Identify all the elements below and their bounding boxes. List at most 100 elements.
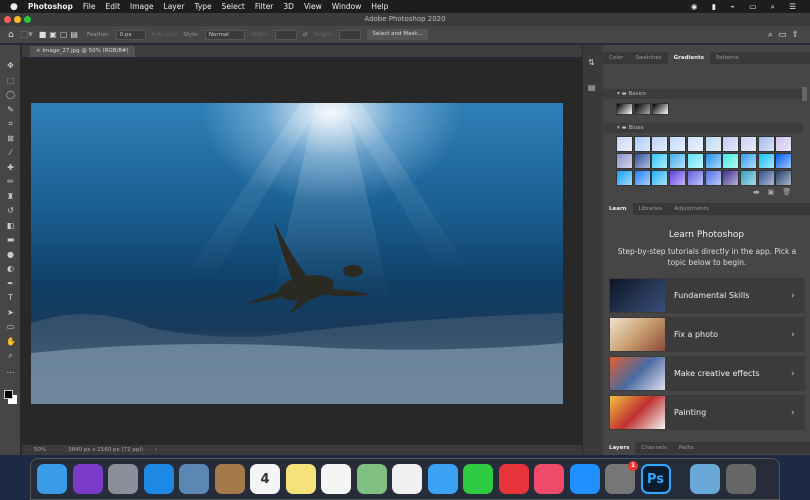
gradient-swatch[interactable] [775, 170, 793, 186]
lasso-tool-icon[interactable]: ◯ [6, 90, 15, 99]
tab-learn[interactable]: Learn [603, 203, 633, 215]
dock-system-preferences-icon[interactable]: 1 [605, 461, 638, 494]
apple-icon[interactable]: ● [10, 2, 18, 12]
zoom-tool-icon[interactable]: ⌕ [6, 351, 15, 360]
brush-tool-icon[interactable]: ✏ [6, 177, 15, 186]
scrollbar[interactable] [802, 87, 807, 101]
eraser-tool-icon[interactable]: ◧ [6, 221, 15, 230]
gradient-swatch[interactable] [704, 153, 722, 169]
menu-select[interactable]: Select [222, 2, 245, 11]
dock-finder-icon[interactable] [37, 464, 67, 494]
menu-help[interactable]: Help [371, 2, 388, 11]
gradient-swatch[interactable] [616, 136, 633, 152]
hand-tool-icon[interactable]: ✋ [6, 337, 16, 346]
home-icon[interactable]: ⌂ [8, 30, 14, 40]
document-tab[interactable]: × Image_27.jpg @ 50% (RGB/8#) [30, 46, 135, 57]
menu-3d[interactable]: 3D [283, 2, 294, 11]
dock-photos-icon[interactable] [392, 464, 422, 494]
frame-tool-icon[interactable]: ⊠ [6, 134, 15, 143]
gradient-swatch[interactable] [739, 136, 757, 152]
gradient-swatch[interactable] [652, 103, 669, 115]
anti-alias-checkbox[interactable]: Anti-alias [152, 32, 178, 38]
gradient-swatch[interactable] [634, 103, 651, 115]
gradient-swatch[interactable] [722, 136, 740, 152]
history-brush-tool-icon[interactable]: ↺ [6, 206, 15, 215]
gradient-swatch[interactable] [616, 153, 633, 169]
minimize-window-button[interactable] [14, 16, 21, 23]
gradient-swatch[interactable] [775, 136, 793, 152]
dock-notefile-icon[interactable] [214, 464, 245, 494]
gradient-swatch[interactable] [722, 170, 740, 186]
gradient-swatch[interactable] [757, 136, 775, 152]
learn-item-creative-effects[interactable]: Make creative effects › [609, 356, 805, 391]
tab-channels[interactable]: Channels [635, 442, 672, 454]
menu-edit[interactable]: Edit [105, 2, 120, 11]
gradient-actions-icons[interactable]: ▬▣🗑 [753, 188, 799, 196]
swap-icon[interactable]: ⇄ [303, 32, 308, 38]
dodge-tool-icon[interactable]: ◐ [6, 264, 15, 273]
gradient-swatch[interactable] [651, 153, 669, 169]
feather-input[interactable]: 0 px [115, 29, 146, 40]
dock-calendar-icon[interactable]: 4 [250, 464, 280, 494]
dock-facetime-icon[interactable] [463, 464, 493, 494]
menu-view[interactable]: View [304, 2, 322, 11]
gradient-swatch[interactable] [633, 136, 651, 152]
gradient-group-basics[interactable]: ▾ ▬ Basics [603, 89, 803, 99]
close-window-button[interactable] [4, 16, 11, 23]
gradient-tool-icon[interactable]: ▬ [6, 235, 15, 244]
gradient-swatch[interactable] [669, 153, 687, 169]
document-image[interactable] [31, 103, 563, 404]
healing-tool-icon[interactable]: ✚ [6, 163, 15, 172]
menu-app[interactable]: Photoshop [28, 2, 73, 11]
gradient-swatch[interactable] [757, 153, 775, 169]
menu-file[interactable]: File [83, 2, 96, 11]
foreground-color[interactable] [4, 390, 13, 399]
crop-tool-icon[interactable]: ⌗ [6, 119, 15, 128]
dock-notes-icon[interactable] [285, 464, 316, 494]
learn-item-fix-photo[interactable]: Fix a photo › [609, 317, 805, 352]
dock-photoshop-icon[interactable]: Ps [640, 464, 671, 494]
marquee-tool-icon[interactable]: ⬚▾ [20, 30, 33, 40]
gradient-swatch[interactable] [757, 170, 775, 186]
dock-music-icon[interactable] [534, 464, 564, 494]
history-icon[interactable]: ⇅ [588, 58, 595, 67]
style-select[interactable]: Normal [204, 29, 245, 40]
dock-preview-icon[interactable] [179, 464, 209, 494]
dock-messages-icon[interactable] [427, 464, 458, 494]
select-and-mask-button[interactable]: Select and Mask... [367, 29, 428, 40]
gradient-swatch[interactable] [686, 153, 704, 169]
eyedropper-tool-icon[interactable]: ⁄ [6, 148, 15, 157]
dock-trash-icon[interactable] [725, 464, 756, 494]
width-input[interactable] [274, 29, 297, 40]
gradient-swatch[interactable] [739, 153, 757, 169]
blur-tool-icon[interactable]: ● [6, 250, 15, 259]
info-chevron-icon[interactable]: › [155, 447, 157, 453]
tab-libraries[interactable]: Libraries [633, 203, 669, 215]
document-info[interactable]: 3840 px x 2160 px (72 ppi) [68, 447, 143, 453]
dock-app-store-icon[interactable] [569, 464, 600, 494]
gradient-swatch[interactable] [704, 170, 722, 186]
selection-mode-icons[interactable]: ■▣▢▤ [39, 30, 81, 39]
gradient-swatch[interactable] [669, 136, 687, 152]
dock-safari-icon[interactable] [143, 464, 174, 494]
dock-downloads-icon[interactable] [690, 464, 720, 494]
gradient-swatch[interactable] [651, 170, 669, 186]
marquee-tool-icon[interactable]: ⬚ [6, 76, 15, 85]
gradient-swatch[interactable] [651, 136, 669, 152]
menu-window[interactable]: Window [332, 2, 362, 11]
tab-adjustments[interactable]: Adjustments [668, 203, 714, 215]
dock-launchpad-icon[interactable] [108, 464, 138, 494]
gradient-swatch[interactable] [739, 170, 757, 186]
learn-item-fundamental-skills[interactable]: Fundamental Skills › [609, 278, 805, 313]
tab-color[interactable]: Color [603, 52, 629, 64]
tab-paths[interactable]: Paths [673, 442, 700, 454]
tab-swatches[interactable]: Swatches [629, 52, 667, 64]
menu-type[interactable]: Type [194, 2, 211, 11]
gradient-swatch[interactable] [686, 136, 704, 152]
gradient-swatch[interactable] [775, 153, 793, 169]
gradient-swatch[interactable] [616, 170, 633, 186]
dock-reminders-icon[interactable] [321, 464, 351, 494]
dock-maps-icon[interactable] [356, 464, 387, 494]
gradient-swatch[interactable] [704, 136, 722, 152]
gradient-swatch[interactable] [722, 153, 740, 169]
